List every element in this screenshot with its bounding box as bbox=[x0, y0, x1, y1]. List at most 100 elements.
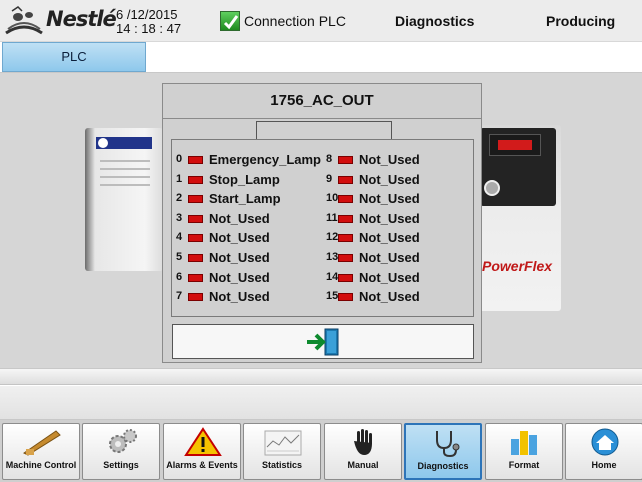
status-led-icon bbox=[188, 156, 203, 164]
channel-number: 8 bbox=[326, 153, 333, 165]
channel-row: 9 Not_Used bbox=[326, 172, 476, 190]
device-slot bbox=[100, 168, 150, 170]
channel-label: Not_Used bbox=[359, 152, 420, 167]
time-text: 14 : 18 : 47 bbox=[116, 21, 182, 36]
datetime: 6 /12/2015 14 : 18 : 47 bbox=[116, 8, 181, 36]
chart-icon bbox=[263, 427, 303, 457]
tab-bar: PLC bbox=[0, 42, 642, 73]
nav-statistics-button[interactable]: Statistics bbox=[243, 423, 321, 480]
channel-number: 5 bbox=[176, 251, 183, 263]
channel-label: Emergency_Lamp bbox=[209, 152, 321, 167]
channel-row: 7 Not_Used bbox=[176, 289, 326, 307]
powerflex-brand: PowerFlex bbox=[482, 258, 553, 274]
nav-settings-button[interactable]: Settings bbox=[82, 423, 160, 480]
channel-label: Not_Used bbox=[209, 210, 270, 226]
info-strip bbox=[0, 386, 642, 420]
nav-format-button[interactable]: Format bbox=[485, 423, 563, 480]
channel-row: 3 Not_Used bbox=[176, 211, 326, 229]
machine-state: Producing bbox=[546, 13, 616, 29]
exit-button[interactable] bbox=[172, 324, 474, 359]
status-led-icon bbox=[338, 214, 353, 223]
nav-label: Diagnostics bbox=[417, 461, 469, 471]
status-led-icon bbox=[188, 195, 203, 204]
status-led-icon bbox=[188, 214, 203, 223]
channel-row: 13 Not_Used bbox=[326, 250, 476, 268]
drive-display bbox=[489, 134, 541, 156]
screen-title: Diagnostics bbox=[395, 13, 475, 29]
channel-number: 2 bbox=[176, 192, 183, 205]
channel-label: Not_Used bbox=[359, 269, 420, 285]
module-dialog: 1756_AC_OUT 0 Emergency_Lamp 1 Stop_Lamp 2 St… bbox=[162, 83, 482, 363]
logo-text: Nestlé bbox=[46, 7, 117, 31]
channel-number: 4 bbox=[176, 231, 183, 244]
channel-number: 7 bbox=[176, 290, 183, 303]
nav-label: Machine Control bbox=[5, 460, 77, 470]
status-led-icon bbox=[338, 254, 353, 262]
connection-label: Connection PLC bbox=[244, 13, 346, 29]
nav-label: Manual bbox=[347, 460, 379, 470]
warning-icon bbox=[183, 427, 223, 457]
channel-label: Not_Used bbox=[209, 289, 270, 305]
channel-number: 9 bbox=[326, 172, 333, 185]
bars-icon bbox=[505, 427, 545, 457]
message-strip bbox=[0, 368, 642, 385]
check-icon bbox=[220, 11, 240, 31]
channel-label: Not_Used bbox=[209, 269, 270, 285]
channel-label: Not_Used bbox=[359, 210, 420, 226]
nav-alarms-events-button[interactable]: Alarms & Events bbox=[163, 423, 241, 480]
channel-row: 15 Not_Used bbox=[326, 289, 476, 307]
channel-row: 12 Not_Used bbox=[326, 230, 476, 248]
channel-number: 15 bbox=[326, 290, 339, 303]
exit-door-icon bbox=[307, 328, 339, 356]
hmi-screen: Nestlé 6 /12/2015 14 : 18 : 47 Connectio… bbox=[0, 0, 642, 482]
channel-number: 6 bbox=[176, 270, 183, 283]
channel-row: 14 Not_Used bbox=[326, 270, 476, 288]
status-led-icon bbox=[188, 273, 203, 282]
stethoscope-icon bbox=[425, 428, 465, 458]
channel-number: 1 bbox=[176, 172, 183, 185]
module-title: 1756_AC_OUT bbox=[163, 84, 481, 119]
channel-label: Not_Used bbox=[359, 171, 420, 187]
channel-number: 14 bbox=[326, 270, 339, 283]
channel-row: 2 Start_Lamp bbox=[176, 191, 326, 209]
plc-controller-image bbox=[85, 128, 163, 271]
channel-row: 6 Not_Used bbox=[176, 270, 326, 288]
channel-label: Start_Lamp bbox=[209, 191, 281, 207]
nav-label: Home bbox=[591, 460, 617, 470]
device-slot bbox=[100, 184, 150, 186]
gears-icon bbox=[102, 427, 142, 457]
nav-diagnostics-button[interactable]: Diagnostics bbox=[404, 423, 482, 480]
channel-row: 1 Stop_Lamp bbox=[176, 172, 326, 190]
nestle-logo: Nestlé bbox=[4, 3, 117, 39]
channel-label: Not_Used bbox=[359, 191, 420, 207]
channel-row: 11 Not_Used bbox=[326, 211, 476, 229]
channel-label: Stop_Lamp bbox=[209, 171, 280, 187]
channel-row: 5 Not_Used bbox=[176, 250, 326, 268]
status-led-icon bbox=[188, 234, 203, 243]
tab-plc[interactable]: PLC bbox=[2, 42, 146, 72]
channel-label: Not_Used bbox=[209, 250, 270, 265]
status-led-icon bbox=[338, 293, 353, 302]
nav-machine-control-button[interactable]: Machine Control bbox=[2, 423, 80, 480]
nav-label: Settings bbox=[103, 460, 139, 470]
channel-number: 0 bbox=[176, 153, 183, 165]
device-slot bbox=[100, 176, 150, 178]
status-led-icon bbox=[188, 254, 203, 262]
machine-icon bbox=[22, 427, 62, 457]
nav-label: Alarms & Events bbox=[166, 460, 238, 470]
nav-label: Format bbox=[508, 460, 540, 470]
channel-number: 3 bbox=[176, 211, 183, 224]
nav-home-button[interactable]: Home bbox=[565, 423, 642, 480]
device-slot bbox=[100, 160, 150, 162]
status-led-icon bbox=[338, 273, 353, 282]
channel-row: 8 Not_Used bbox=[326, 152, 476, 170]
channel-label: Not_Used bbox=[359, 230, 420, 246]
home-icon bbox=[585, 427, 625, 457]
channel-number: 10 bbox=[326, 192, 339, 205]
channel-number: 12 bbox=[326, 231, 339, 244]
nav-manual-button[interactable]: Manual bbox=[324, 423, 402, 480]
status-led-icon bbox=[188, 293, 203, 302]
channel-number: 13 bbox=[326, 251, 339, 263]
channel-panel: 0 Emergency_Lamp 1 Stop_Lamp 2 Start_Lamp 3 Not… bbox=[171, 139, 474, 317]
channel-number: 11 bbox=[326, 211, 338, 224]
